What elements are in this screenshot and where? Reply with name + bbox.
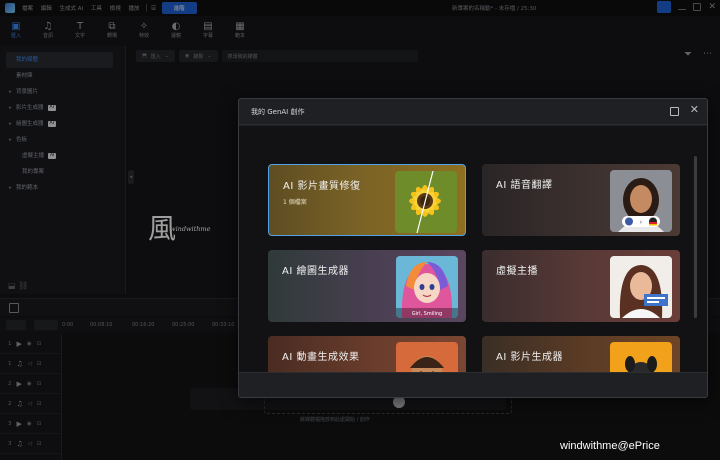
card-title: 虛擬主播 xyxy=(496,266,538,277)
cartoon-man-thumbnail xyxy=(396,342,458,374)
dialog-scrollbar[interactable] xyxy=(694,156,697,318)
dog-thumbnail xyxy=(610,342,672,374)
card-title: AI 動畫生成效果 xyxy=(282,352,360,363)
card-title: AI 影片畫質修復 xyxy=(283,181,361,192)
thumb-caption: Girl, Smiling xyxy=(411,311,443,317)
anime-girl-thumbnail: Girl, Smiling xyxy=(396,256,458,318)
card-voice-translate[interactable]: AI 語音翻譯 › xyxy=(482,164,680,236)
dialog-body: AI 影片畫質修復 1 個檔案 AI 語音翻譯 › AI 繪圖生成器 Girl,… xyxy=(239,126,707,374)
dialog-title: 我的 GenAI 創作 xyxy=(251,107,305,116)
genai-dialog: 我的 GenAI 創作 ✕ AI 影片畫質修復 1 個檔案 AI 語音翻譯 › … xyxy=(238,98,708,398)
close-icon[interactable]: ✕ xyxy=(690,104,699,116)
dialog-footer xyxy=(239,372,707,397)
speaker-thumbnail: › xyxy=(610,170,672,232)
card-animation-effect[interactable]: AI 動畫生成效果 xyxy=(268,336,466,374)
card-image-generator[interactable]: AI 繪圖生成器 Girl, Smiling xyxy=(268,250,466,322)
svg-text:›: › xyxy=(640,219,642,226)
card-video-enhance[interactable]: AI 影片畫質修復 1 個檔案 xyxy=(268,164,466,236)
watermark-caption: windwithme@ePrice xyxy=(560,440,660,452)
card-file-count: 1 個檔案 xyxy=(283,199,307,206)
sunflower-thumbnail xyxy=(395,171,457,233)
card-title: AI 語音翻譯 xyxy=(496,180,553,191)
maximize-dialog-icon[interactable] xyxy=(670,107,679,116)
virtual-host-thumbnail xyxy=(610,256,672,318)
app-window: 檔案 編輯 生成式 AI 工具 檢視 播放 ⌸ 進階 新專案的名稱動* - 未存… xyxy=(0,0,720,460)
card-video-generator[interactable]: AI 影片生成器 xyxy=(482,336,680,374)
dialog-header: 我的 GenAI 創作 ✕ xyxy=(239,99,707,125)
card-title: AI 影片生成器 xyxy=(496,352,563,363)
card-title: AI 繪圖生成器 xyxy=(282,266,349,277)
card-virtual-host[interactable]: 虛擬主播 xyxy=(482,250,680,322)
